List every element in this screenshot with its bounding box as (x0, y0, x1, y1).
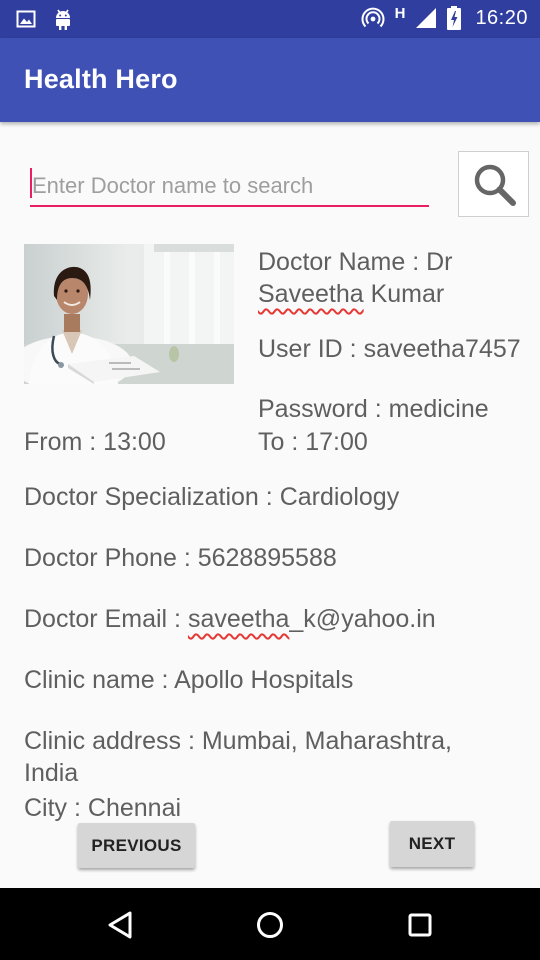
text-cursor (30, 168, 32, 198)
doctor-search-input[interactable] (30, 167, 429, 207)
navigation-bar (0, 888, 540, 960)
email-user: saveetha (187, 605, 290, 633)
clinic-address-line1: Clinic address : Mumbai, Maharashtra, (24, 727, 452, 755)
doctor-photo (24, 244, 234, 384)
image-icon (16, 10, 36, 28)
doctor-last-name: Kumar (370, 280, 445, 308)
app-bar: Health Hero (0, 38, 540, 122)
user-id-text: User ID : saveetha7457 (258, 335, 521, 363)
home-icon (257, 912, 283, 938)
from-time-text: From : 13:00 (24, 428, 166, 456)
doctor-first-name: Saveetha (258, 280, 364, 308)
recents-icon (408, 913, 432, 937)
city-text: City : Chennai (24, 794, 182, 822)
doctor-details-screen: Doctor Name : Dr Saveetha Kumar User ID … (0, 122, 540, 888)
doctor-name-line2: Saveetha Kumar (258, 278, 444, 310)
password-text: Password : medicine (258, 395, 489, 423)
email-domain: _k@yahoo.in (289, 605, 436, 633)
android-icon (56, 9, 70, 30)
recents-button[interactable] (403, 908, 437, 942)
network-type-label: H (394, 4, 406, 22)
back-button[interactable] (103, 908, 137, 942)
status-time: 16:20 (475, 6, 528, 29)
back-icon (108, 911, 132, 939)
clinic-name-text: Clinic name : Apollo Hospitals (24, 666, 354, 694)
specialization-text: Doctor Specialization : Cardiology (24, 483, 400, 511)
signal-icon (416, 8, 437, 28)
previous-button[interactable]: PREVIOUS (78, 823, 195, 868)
search-button[interactable] (458, 151, 529, 217)
search-icon (474, 164, 516, 206)
next-button[interactable]: NEXT (390, 821, 474, 867)
phone-text: Doctor Phone : 5628895588 (24, 544, 337, 572)
home-button[interactable] (253, 908, 287, 942)
battery-icon (447, 6, 462, 30)
status-bar: H 16:20 (0, 0, 540, 38)
app-title: Health Hero (24, 64, 178, 94)
email-text: Doctor Email : saveetha_k@yahoo.in (24, 605, 436, 633)
clinic-address-line2: India (24, 759, 79, 787)
to-time-text: To : 17:00 (258, 428, 368, 456)
doctor-name-line1: Doctor Name : Dr (258, 248, 453, 276)
hotspot-icon (361, 7, 385, 28)
